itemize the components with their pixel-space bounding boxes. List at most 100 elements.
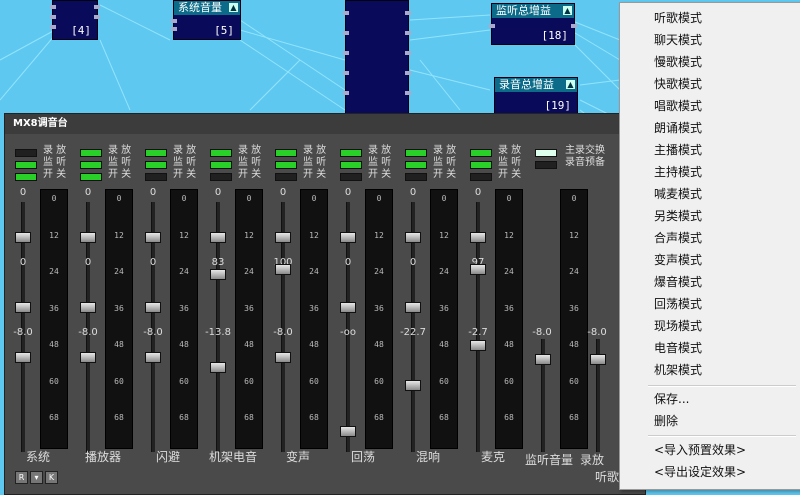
- menu-item-mode[interactable]: 喊麦模式: [620, 183, 800, 205]
- toggle-led[interactable]: [340, 173, 362, 181]
- record-button[interactable]: R: [15, 471, 28, 484]
- menu-item-mode[interactable]: 另类模式: [620, 205, 800, 227]
- fader-value: 0: [474, 187, 482, 198]
- fader-knob[interactable]: [275, 264, 291, 275]
- fader-value: -oo: [339, 327, 357, 338]
- toggle-led[interactable]: [145, 149, 167, 157]
- fader-value: 0: [84, 187, 92, 198]
- menu-item-mode[interactable]: 爆音模式: [620, 271, 800, 293]
- fader-knob[interactable]: [405, 232, 421, 243]
- fader-knob[interactable]: [340, 302, 356, 313]
- fader-knob[interactable]: [405, 380, 421, 391]
- menu-item-mode[interactable]: 机架模式: [620, 359, 800, 381]
- toggle-led[interactable]: [210, 161, 232, 169]
- menu-item-delete[interactable]: 删除: [620, 410, 800, 432]
- menu-item-mode[interactable]: 电音模式: [620, 337, 800, 359]
- toggle-label: 开 关: [368, 169, 392, 180]
- fader-knob[interactable]: [15, 352, 31, 363]
- dropdown-button[interactable]: ▾: [30, 471, 43, 484]
- menu-item-mode[interactable]: 听歌模式: [620, 7, 800, 29]
- node-title: 监听总增益: [492, 4, 574, 18]
- menu-item-mode[interactable]: 慢歌模式: [620, 51, 800, 73]
- fader-knob[interactable]: [80, 232, 96, 243]
- fader-knob[interactable]: [210, 232, 226, 243]
- menu-item-save[interactable]: 保存...: [620, 388, 800, 410]
- menu-item-mode[interactable]: 合声模式: [620, 227, 800, 249]
- toggle-led[interactable]: [80, 149, 102, 157]
- collapse-icon[interactable]: ▲: [229, 3, 238, 12]
- node-title: 录音总增益: [495, 78, 577, 92]
- graph-node-tall[interactable]: [343, 0, 411, 120]
- graph-node-monitor-gain[interactable]: 监听总增益 ▲ [18]: [489, 3, 577, 45]
- fader-knob[interactable]: [340, 426, 356, 437]
- fader-knob[interactable]: [470, 340, 486, 351]
- k-button[interactable]: K: [45, 471, 58, 484]
- fader-knob[interactable]: [145, 232, 161, 243]
- collapse-icon[interactable]: ▲: [566, 80, 575, 89]
- toggle-led[interactable]: [80, 161, 102, 169]
- collapse-icon[interactable]: ▲: [563, 6, 572, 15]
- menu-item-mode[interactable]: 变声模式: [620, 249, 800, 271]
- toggle-led[interactable]: [470, 149, 492, 157]
- menu-item-mode[interactable]: 朗诵模式: [620, 117, 800, 139]
- toggle-led[interactable]: [275, 149, 297, 157]
- toggle-led[interactable]: [145, 173, 167, 181]
- toggle-led[interactable]: [15, 149, 37, 157]
- fader-knob[interactable]: [470, 232, 486, 243]
- toggle-led[interactable]: [405, 149, 427, 157]
- toggle-led[interactable]: [470, 161, 492, 169]
- graph-node-record-gain[interactable]: 录音总增益 ▲ [19]: [494, 77, 578, 115]
- fader-knob[interactable]: [590, 354, 606, 365]
- toggle-led[interactable]: [275, 173, 297, 181]
- fader-knob[interactable]: [340, 232, 356, 243]
- toggle-led[interactable]: [470, 173, 492, 181]
- fader-knob[interactable]: [15, 232, 31, 243]
- toggle-led[interactable]: [405, 161, 427, 169]
- toggle-led[interactable]: [340, 161, 362, 169]
- toggle-led[interactable]: [535, 161, 557, 169]
- toggle-led[interactable]: [80, 173, 102, 181]
- menu-item-mode[interactable]: 唱歌模式: [620, 95, 800, 117]
- toggle-led[interactable]: [405, 173, 427, 181]
- menu-item-mode[interactable]: 现场模式: [620, 315, 800, 337]
- toggle-led[interactable]: [145, 161, 167, 169]
- graph-node-4[interactable]: [4]: [50, 0, 100, 40]
- graph-node-system-volume[interactable]: 系统音量 ▲ [5]: [171, 0, 241, 40]
- menu-item-import-preset[interactable]: <导入预置效果>: [620, 439, 800, 461]
- fader-knob[interactable]: [275, 232, 291, 243]
- meter-tick: 48: [309, 340, 319, 349]
- fader-knob[interactable]: [470, 264, 486, 275]
- fader-knob[interactable]: [80, 352, 96, 363]
- fader-knob[interactable]: [405, 302, 421, 313]
- menu-item-mode[interactable]: 主播模式: [620, 139, 800, 161]
- meter-tick: 0: [116, 194, 122, 203]
- fader-knob[interactable]: [80, 302, 96, 313]
- menu-item-mode[interactable]: 快歌模式: [620, 73, 800, 95]
- fader-value: 0: [409, 257, 417, 268]
- toggle-led[interactable]: [15, 173, 37, 181]
- menu-item-export-preset[interactable]: <导出设定效果>: [620, 461, 800, 483]
- fader-knob[interactable]: [15, 302, 31, 313]
- fader-knob[interactable]: [145, 302, 161, 313]
- fader-knob[interactable]: [210, 362, 226, 373]
- toggle-led[interactable]: [275, 161, 297, 169]
- menu-item-mode[interactable]: 聊天模式: [620, 29, 800, 51]
- toggle-led[interactable]: [15, 161, 37, 169]
- toggle-led[interactable]: [210, 173, 232, 181]
- fader-knob[interactable]: [145, 352, 161, 363]
- menu-item-mode[interactable]: 回荡模式: [620, 293, 800, 315]
- toggle-led[interactable]: [210, 149, 232, 157]
- fader-knob[interactable]: [275, 352, 291, 363]
- node-number: [4]: [71, 24, 91, 37]
- fader-value: 0: [19, 257, 27, 268]
- button-label: 主录交换: [565, 145, 605, 156]
- meter-tick: 48: [49, 340, 59, 349]
- toggle-led[interactable]: [535, 149, 557, 157]
- fader-value: 0: [344, 257, 352, 268]
- fader-knob[interactable]: [535, 354, 551, 365]
- menu-item-mode[interactable]: 主持模式: [620, 161, 800, 183]
- toggle-led[interactable]: [340, 149, 362, 157]
- fader-knob[interactable]: [210, 269, 226, 280]
- fader-value: 0: [149, 257, 157, 268]
- fader-value: 0: [84, 257, 92, 268]
